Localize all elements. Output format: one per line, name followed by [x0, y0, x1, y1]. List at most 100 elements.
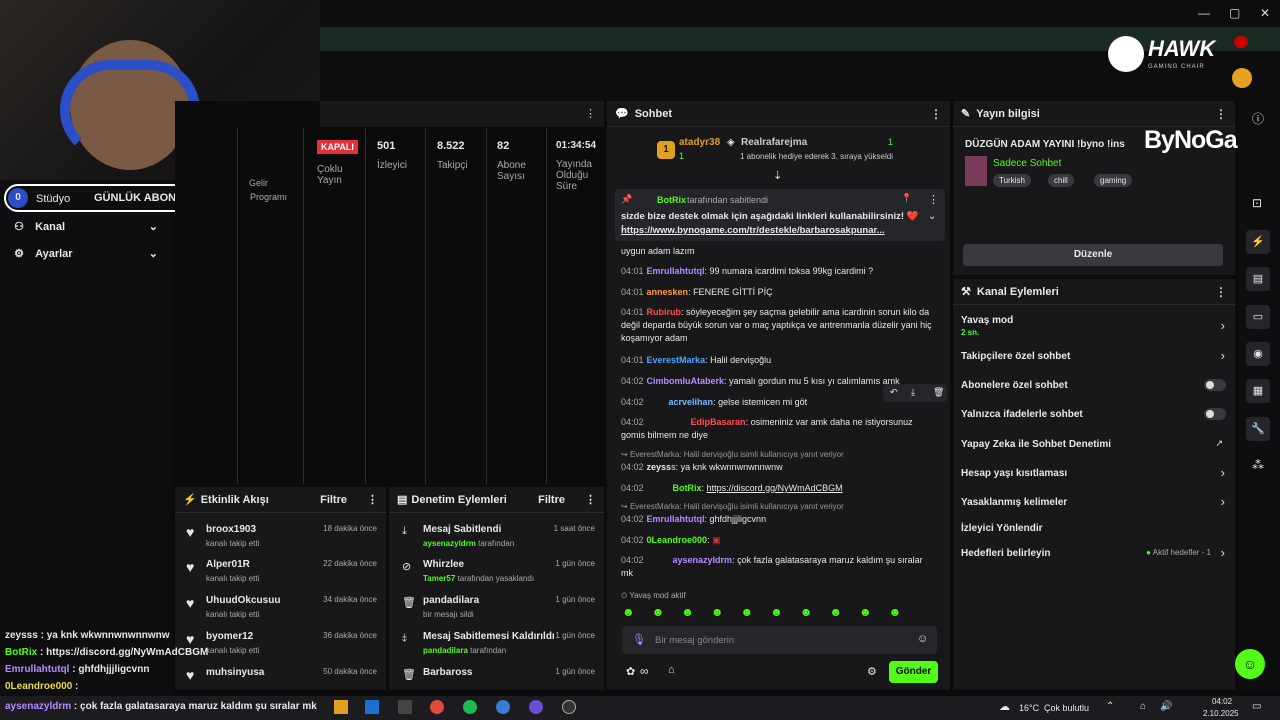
tag: chill	[1048, 174, 1074, 187]
raid-row[interactable]: İzleyici Yönlendir	[961, 522, 1229, 536]
minimize-button[interactable]: —	[1198, 6, 1210, 20]
clock-date[interactable]: 2.10.2025	[1203, 709, 1239, 718]
obs-icon[interactable]	[562, 700, 576, 714]
support-icon[interactable]: ☺	[1235, 649, 1265, 679]
emotes-only-toggle[interactable]	[1204, 408, 1226, 420]
chat-message: 04:02 Emrullahtutql: ghfdhjjjligcvnn	[621, 514, 767, 524]
wrench-icon[interactable]: 🔧	[1246, 417, 1270, 441]
infinity-icon[interactable]: ∞	[640, 664, 649, 678]
maximize-button[interactable]: ▢	[1229, 6, 1240, 20]
chrome-icon[interactable]	[430, 700, 444, 714]
pinned-link[interactable]: https://www.bynogame.com/tr/destekle/bar…	[621, 225, 885, 236]
pinned-message[interactable]: 📌 BotRix tarafından sabitlendi 📍 ⋮ sizde…	[615, 189, 945, 241]
taskbar-app-icon[interactable]	[398, 700, 412, 714]
chevron-down-icon[interactable]: ⌄	[928, 211, 936, 222]
taskbar-app-icon[interactable]	[365, 700, 379, 714]
flag-icon[interactable]	[1234, 36, 1248, 48]
slow-mode-row[interactable]: Yavaş mod 2 sn. ›	[961, 315, 1229, 339]
more-icon[interactable]: ⋮	[367, 493, 378, 506]
stream-title: DÜZGÜN ADAM YAYINI !byno !ins	[965, 139, 1125, 150]
edit-button[interactable]: Düzenle	[963, 244, 1223, 266]
document-icon[interactable]: ▤	[1246, 267, 1270, 291]
clock-time[interactable]: 04:02	[1212, 697, 1232, 706]
chevron-right-icon: ›	[1220, 318, 1225, 333]
followers-only-row[interactable]: Takipçilere özel sohbet ›	[961, 348, 1229, 364]
chevron-down-icon: ⌄	[148, 221, 158, 233]
botrix-link[interactable]: https://discord.gg/NyWmAdCBGM	[707, 483, 843, 493]
taskbar-app-icon[interactable]	[334, 700, 348, 714]
reply-context: ↪ EverestMarka: Halil dervişoğlu isimli …	[621, 450, 844, 459]
goals-row[interactable]: Hedefleri belirleyin ● Aktif hedefler - …	[961, 545, 1229, 561]
chat-message: 04:01 Rubirub: söyleyeceğim şey saçma gel…	[621, 307, 932, 343]
mod-item: 🗑 Barbaross 1 gün önce	[398, 667, 598, 690]
chat-input[interactable]: 🎙 Bir mesaj gönderin ☺	[622, 626, 937, 654]
trash-icon: 🗑	[402, 597, 416, 609]
feed-user[interactable]: UhuudOkcusuu	[206, 595, 280, 606]
chat-icon[interactable]: ▭	[1246, 305, 1270, 329]
gift-icon[interactable]: ✿	[626, 665, 635, 678]
mod-item: ⤓ Mesaj Sabitlendi aysenazyldrm tarafınd…	[398, 524, 598, 558]
store-icon[interactable]: ⌂	[668, 664, 675, 676]
spotify-icon[interactable]	[463, 700, 477, 714]
network-icon[interactable]: ⌂	[1140, 701, 1146, 712]
banned-words-row[interactable]: Yasaklanmış kelimeler ›	[961, 494, 1229, 510]
pin-icon: ⤓	[402, 525, 407, 537]
mic-icon: 🎙	[632, 634, 646, 646]
more-icon[interactable]: ⋮	[928, 193, 939, 206]
category-name[interactable]: Sadece Sohbet	[993, 158, 1061, 169]
pinned-by: tarafından sabitlendi	[687, 195, 769, 205]
apps-icon[interactable]: ⁂	[1252, 458, 1264, 472]
scroll-down-icon[interactable]: ⇣	[773, 169, 782, 182]
more-icon[interactable]: ⋮	[930, 107, 942, 121]
nav-kanal[interactable]: ⚇ Kanal ⌄	[12, 220, 162, 236]
mod-title: Denetim Eylemleri	[411, 493, 507, 506]
top-user-2-count: 1	[888, 137, 894, 147]
subs-only-label: Abonelere özel sohbet	[961, 380, 1068, 391]
settings-icon[interactable]: ⚙	[867, 665, 877, 678]
ai-moderation-row[interactable]: Yapay Zeka ile Sohbet Denetimi ↗	[961, 438, 1229, 452]
stat-followers: 8.522 Takipçi	[437, 140, 468, 171]
chat-message: 04:01 EverestMarka: Halil dervişoğlu	[621, 355, 772, 365]
more-icon[interactable]: ⋮	[1215, 285, 1227, 299]
more-icon[interactable]: ⋮	[585, 493, 596, 506]
broadcast-icon[interactable]: ◉	[1246, 342, 1270, 366]
heart-icon: ♥	[186, 524, 195, 540]
taskbar-app-icon[interactable]	[496, 700, 510, 714]
emoji-icon[interactable]: ☺	[917, 633, 928, 645]
top-user-1[interactable]: atadyr38	[679, 137, 720, 148]
notification-icon[interactable]: ▭	[1252, 701, 1261, 712]
info-icon[interactable]: ⓘ	[1252, 110, 1264, 127]
stream-chat-overlay: zeysss : ya knk wkwnnwnwnnwnw BotRix : h…	[5, 630, 335, 700]
ban-icon: ⊘	[402, 561, 412, 573]
more-icon[interactable]: ⋮	[585, 107, 596, 120]
feed-user[interactable]: Alper01R	[206, 559, 250, 570]
multi-stream-label: Çoklu Yayın	[317, 164, 343, 186]
layout-icon[interactable]: ▦	[1246, 379, 1270, 403]
tag: Turkish	[993, 174, 1031, 187]
filter-button[interactable]: Filtre	[538, 494, 565, 506]
category-thumb	[965, 156, 987, 186]
stat-subscribers: 82 Abone Sayısı	[497, 140, 541, 182]
subs-only-toggle[interactable]	[1204, 379, 1226, 391]
bolt-icon: ⚡	[183, 494, 197, 506]
feed-user[interactable]: broox1903	[206, 524, 256, 535]
focus-icon[interactable]: ⊡	[1252, 196, 1262, 210]
video-panel: ⋮ KAPALI Çoklu Yayın Gelir Programı 501 …	[175, 101, 604, 484]
filter-button[interactable]: Filtre	[320, 494, 347, 506]
volume-icon[interactable]: 🔊	[1160, 701, 1172, 712]
taskbar-app-icon[interactable]	[529, 700, 543, 714]
stat-label: İzleyici	[377, 160, 408, 171]
col-divider	[365, 128, 366, 484]
send-button[interactable]: Gönder	[889, 661, 938, 683]
close-button[interactable]: ✕	[1260, 6, 1270, 20]
chat-message: 04:02 0Leandroe000: ▣	[621, 535, 721, 545]
unpin-icon[interactable]: 📍	[901, 193, 912, 204]
tray-chevron-icon[interactable]: ⌃	[1106, 701, 1114, 712]
bolt-icon[interactable]: ⚡	[1246, 230, 1270, 254]
more-icon[interactable]: ⋮	[1215, 107, 1227, 121]
mod-time: 1 gün önce	[555, 631, 595, 640]
nav-ayarlar[interactable]: ⚙ Ayarlar ⌄	[12, 247, 162, 263]
account-age-row[interactable]: Hesap yaşı kısıtlaması ›	[961, 465, 1229, 481]
top-user-2[interactable]: Realrafarejma	[741, 137, 807, 148]
user-avatar[interactable]	[1232, 68, 1252, 88]
